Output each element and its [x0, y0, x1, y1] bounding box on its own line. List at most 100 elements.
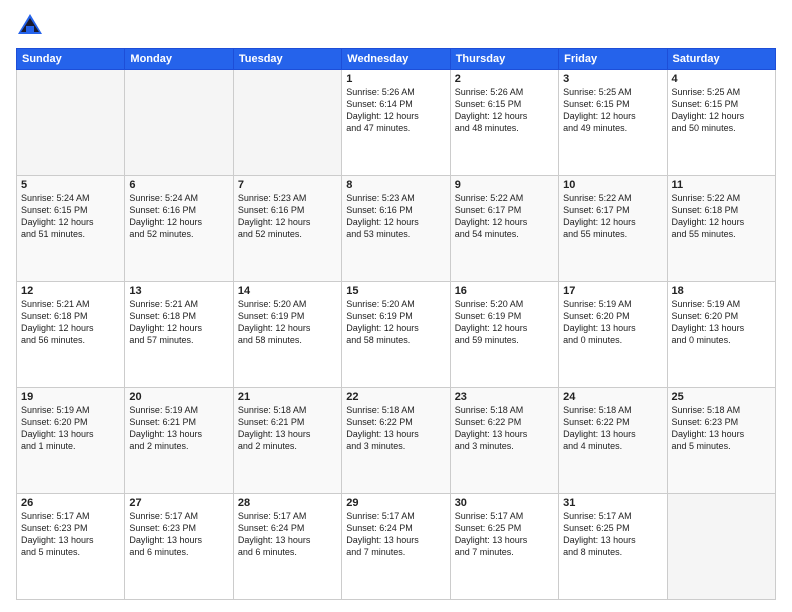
calendar-cell: 6Sunrise: 5:24 AM Sunset: 6:16 PM Daylig…	[125, 176, 233, 282]
calendar-cell: 30Sunrise: 5:17 AM Sunset: 6:25 PM Dayli…	[450, 494, 558, 600]
day-header-monday: Monday	[125, 49, 233, 70]
day-info: Sunrise: 5:25 AM Sunset: 6:15 PM Dayligh…	[672, 86, 771, 135]
day-info: Sunrise: 5:19 AM Sunset: 6:21 PM Dayligh…	[129, 404, 228, 453]
calendar-cell: 5Sunrise: 5:24 AM Sunset: 6:15 PM Daylig…	[17, 176, 125, 282]
day-number: 10	[563, 179, 662, 191]
day-info: Sunrise: 5:26 AM Sunset: 6:14 PM Dayligh…	[346, 86, 445, 135]
day-number: 23	[455, 391, 554, 403]
calendar-cell: 26Sunrise: 5:17 AM Sunset: 6:23 PM Dayli…	[17, 494, 125, 600]
calendar-cell: 18Sunrise: 5:19 AM Sunset: 6:20 PM Dayli…	[667, 282, 775, 388]
calendar-cell: 9Sunrise: 5:22 AM Sunset: 6:17 PM Daylig…	[450, 176, 558, 282]
day-info: Sunrise: 5:22 AM Sunset: 6:17 PM Dayligh…	[455, 192, 554, 241]
day-info: Sunrise: 5:20 AM Sunset: 6:19 PM Dayligh…	[455, 298, 554, 347]
logo-icon	[16, 12, 44, 40]
calendar-cell: 13Sunrise: 5:21 AM Sunset: 6:18 PM Dayli…	[125, 282, 233, 388]
day-info: Sunrise: 5:19 AM Sunset: 6:20 PM Dayligh…	[21, 404, 120, 453]
day-number: 15	[346, 285, 445, 297]
day-number: 13	[129, 285, 228, 297]
day-number: 4	[672, 73, 771, 85]
day-number: 9	[455, 179, 554, 191]
calendar-cell: 20Sunrise: 5:19 AM Sunset: 6:21 PM Dayli…	[125, 388, 233, 494]
calendar-cell: 10Sunrise: 5:22 AM Sunset: 6:17 PM Dayli…	[559, 176, 667, 282]
day-info: Sunrise: 5:17 AM Sunset: 6:25 PM Dayligh…	[455, 510, 554, 559]
day-number: 14	[238, 285, 337, 297]
day-number: 8	[346, 179, 445, 191]
day-number: 30	[455, 497, 554, 509]
day-info: Sunrise: 5:22 AM Sunset: 6:18 PM Dayligh…	[672, 192, 771, 241]
calendar-cell: 2Sunrise: 5:26 AM Sunset: 6:15 PM Daylig…	[450, 70, 558, 176]
day-number: 2	[455, 73, 554, 85]
calendar-cell	[125, 70, 233, 176]
calendar-cell: 29Sunrise: 5:17 AM Sunset: 6:24 PM Dayli…	[342, 494, 450, 600]
calendar-cell: 7Sunrise: 5:23 AM Sunset: 6:16 PM Daylig…	[233, 176, 341, 282]
week-row-3: 12Sunrise: 5:21 AM Sunset: 6:18 PM Dayli…	[17, 282, 776, 388]
calendar-cell: 22Sunrise: 5:18 AM Sunset: 6:22 PM Dayli…	[342, 388, 450, 494]
day-number: 12	[21, 285, 120, 297]
day-info: Sunrise: 5:18 AM Sunset: 6:22 PM Dayligh…	[563, 404, 662, 453]
week-row-5: 26 Sunrise: 5:17 AM Sunset: 6:23 PM Dayli…	[17, 494, 776, 600]
day-info: Sunrise: 5:17 AM Sunset: 6:23 PM Dayligh…	[129, 510, 228, 559]
day-number: 6	[129, 179, 228, 191]
day-header-friday: Friday	[559, 49, 667, 70]
day-header-saturday: Saturday	[667, 49, 775, 70]
calendar-cell: 25Sunrise: 5:18 AM Sunset: 6:23 PM Dayli…	[667, 388, 775, 494]
day-number: 24	[563, 391, 662, 403]
calendar-cell: 31Sunrise: 5:17 AM Sunset: 6:25 PM Dayli…	[559, 494, 667, 600]
day-number: 20	[129, 391, 228, 403]
day-number: 26	[21, 497, 120, 509]
day-number: 11	[672, 179, 771, 191]
day-number: 17	[563, 285, 662, 297]
calendar-cell: 11Sunrise: 5:22 AM Sunset: 6:18 PM Dayli…	[667, 176, 775, 282]
calendar-cell: 1Sunrise: 5:26 AM Sunset: 6:14 PM Daylig…	[342, 70, 450, 176]
day-info: Sunrise: 5:21 AM Sunset: 6:18 PM Dayligh…	[21, 298, 120, 347]
day-header-tuesday: Tuesday	[233, 49, 341, 70]
calendar-cell: 23Sunrise: 5:18 AM Sunset: 6:22 PM Dayli…	[450, 388, 558, 494]
day-number: 5	[21, 179, 120, 191]
day-info: Sunrise: 5:23 AM Sunset: 6:16 PM Dayligh…	[346, 192, 445, 241]
day-info: Sunrise: 5:24 AM Sunset: 6:16 PM Dayligh…	[129, 192, 228, 241]
day-info: Sunrise: 5:17 AM Sunset: 6:25 PM Dayligh…	[563, 510, 662, 559]
page: SundayMondayTuesdayWednesdayThursdayFrid…	[0, 0, 792, 612]
header	[16, 12, 776, 40]
day-info: Sunrise: 5:18 AM Sunset: 6:21 PM Dayligh…	[238, 404, 337, 453]
day-number: 25	[672, 391, 771, 403]
logo	[16, 12, 48, 40]
day-info: Sunrise: 5:26 AM Sunset: 6:15 PM Dayligh…	[455, 86, 554, 135]
calendar-cell: 27Sunrise: 5:17 AM Sunset: 6:23 PM Dayli…	[125, 494, 233, 600]
calendar-cell	[17, 70, 125, 176]
day-info: Sunrise: 5:17 AM Sunset: 6:24 PM Dayligh…	[238, 510, 337, 559]
calendar-cell: 21Sunrise: 5:18 AM Sunset: 6:21 PM Dayli…	[233, 388, 341, 494]
calendar-cell: 3Sunrise: 5:25 AM Sunset: 6:15 PM Daylig…	[559, 70, 667, 176]
day-number: 7	[238, 179, 337, 191]
day-info: Sunrise: 5:18 AM Sunset: 6:22 PM Dayligh…	[346, 404, 445, 453]
day-number: 21	[238, 391, 337, 403]
day-info: Sunrise: 5:19 AM Sunset: 6:20 PM Dayligh…	[563, 298, 662, 347]
day-number: 27	[129, 497, 228, 509]
day-info: Sunrise: 5:18 AM Sunset: 6:23 PM Dayligh…	[672, 404, 771, 453]
calendar-cell: 16Sunrise: 5:20 AM Sunset: 6:19 PM Dayli…	[450, 282, 558, 388]
day-header-thursday: Thursday	[450, 49, 558, 70]
day-info: Sunrise: 5:25 AM Sunset: 6:15 PM Dayligh…	[563, 86, 662, 135]
day-header-sunday: Sunday	[17, 49, 125, 70]
calendar-cell	[233, 70, 341, 176]
calendar-cell	[667, 494, 775, 600]
day-info: Sunrise: 5:18 AM Sunset: 6:22 PM Dayligh…	[455, 404, 554, 453]
day-info: Sunrise: 5:20 AM Sunset: 6:19 PM Dayligh…	[346, 298, 445, 347]
calendar-cell: 15Sunrise: 5:20 AM Sunset: 6:19 PM Dayli…	[342, 282, 450, 388]
calendar-cell: 19Sunrise: 5:19 AM Sunset: 6:20 PM Dayli…	[17, 388, 125, 494]
calendar-cell: 4Sunrise: 5:25 AM Sunset: 6:15 PM Daylig…	[667, 70, 775, 176]
day-header-wednesday: Wednesday	[342, 49, 450, 70]
calendar-cell: 17Sunrise: 5:19 AM Sunset: 6:20 PM Dayli…	[559, 282, 667, 388]
day-info: Sunrise: 5:21 AM Sunset: 6:18 PM Dayligh…	[129, 298, 228, 347]
day-number: 31	[563, 497, 662, 509]
calendar-cell: 14Sunrise: 5:20 AM Sunset: 6:19 PM Dayli…	[233, 282, 341, 388]
calendar-cell: 28Sunrise: 5:17 AM Sunset: 6:24 PM Dayli…	[233, 494, 341, 600]
calendar-cell: 12Sunrise: 5:21 AM Sunset: 6:18 PM Dayli…	[17, 282, 125, 388]
day-number: 18	[672, 285, 771, 297]
day-info: Sunrise: 5:23 AM Sunset: 6:16 PM Dayligh…	[238, 192, 337, 241]
day-number: 29	[346, 497, 445, 509]
day-number: 16	[455, 285, 554, 297]
day-number: 1	[346, 73, 445, 85]
day-info: Sunrise: 5:22 AM Sunset: 6:17 PM Dayligh…	[563, 192, 662, 241]
day-number: 19	[21, 391, 120, 403]
